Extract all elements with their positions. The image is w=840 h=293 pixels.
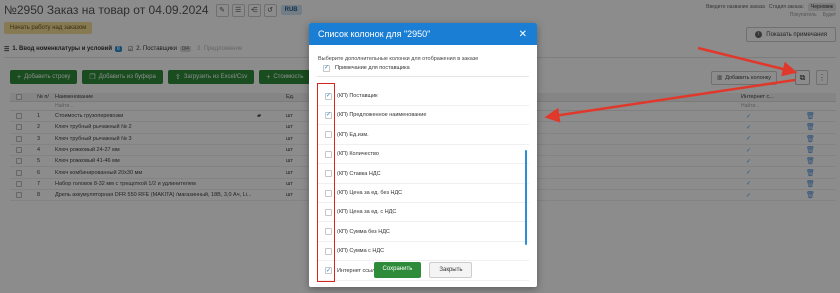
close-icon[interactable]: ✕ xyxy=(519,29,527,40)
save-button[interactable]: Сохранить xyxy=(373,262,422,278)
option-label: (КП) Сумма без НДС xyxy=(337,228,390,235)
option-label: (КП) Количество xyxy=(337,151,379,158)
column-option[interactable]: (КП) Ед.изм. xyxy=(317,126,529,145)
dialog-header: Список колонок для "2950" ✕ xyxy=(309,23,537,45)
option-label: (КП) Цена за ед. с НДС xyxy=(337,209,397,216)
column-option[interactable]: (КП) Цена за ед. без НДС xyxy=(317,184,529,203)
column-option[interactable]: (КП) Количество xyxy=(317,145,529,165)
option-label: (КП) Сумма с НДС xyxy=(337,248,385,255)
option-label: Примечание для поставщика xyxy=(335,65,410,71)
column-option[interactable]: (КП) Сумма с НДС xyxy=(317,242,529,262)
option-label: (КП) Цена за ед. без НДС xyxy=(337,190,403,196)
column-option[interactable]: (КП) Цена за ед. с НДС xyxy=(317,203,529,223)
option-label: (КП) Ставка НДС xyxy=(337,170,381,177)
column-option[interactable]: (КП) Сумма без НДС xyxy=(317,223,529,242)
option-label: (КП) Ед.изм. xyxy=(337,131,369,138)
dialog-title: Список колонок для "2950" xyxy=(318,29,431,39)
column-option[interactable]: (КП) Ставка НДС xyxy=(317,165,529,184)
column-option[interactable]: ✓ (КП) Предложенное наименование xyxy=(317,106,529,126)
checkbox[interactable]: ✓ xyxy=(323,64,330,72)
column-option[interactable]: ✓ (КП) Поставщик xyxy=(317,87,529,106)
dialog-footer: Сохранить Закрыть xyxy=(309,262,537,278)
dialog-description: Выберите дополнительные колонки для отоб… xyxy=(318,56,479,62)
scrollbar[interactable] xyxy=(525,150,527,245)
column-option-list: ✓ (КП) Поставщик ✓ (КП) Предложенное наимен… xyxy=(317,87,529,281)
option-label: (КП) Поставщик xyxy=(337,93,378,99)
close-button[interactable]: Закрыть xyxy=(429,262,473,278)
option-supplier-note[interactable]: ✓ Примечание для поставщика xyxy=(317,64,529,77)
column-list-dialog: Список колонок для "2950" ✕ Выберите доп… xyxy=(309,23,537,287)
highlight-box xyxy=(317,83,335,282)
option-label: (КП) Предложенное наименование xyxy=(337,112,427,119)
